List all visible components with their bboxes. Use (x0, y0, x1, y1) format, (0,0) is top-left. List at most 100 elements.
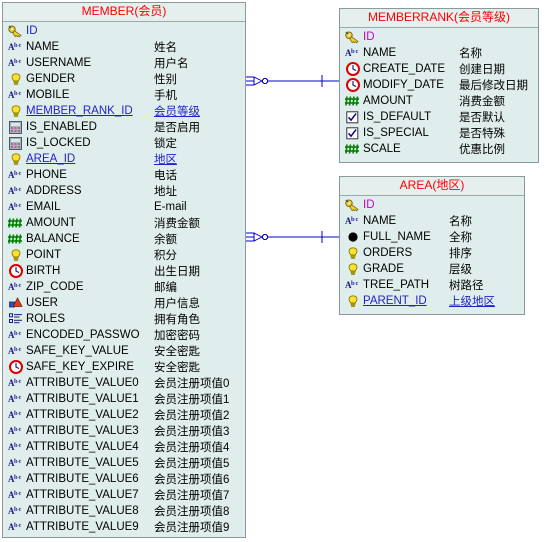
svg-text:b: b (14, 202, 18, 209)
svg-text:c: c (18, 410, 21, 417)
abc-icon: Abc (7, 440, 24, 454)
svg-text:c: c (18, 346, 21, 353)
svg-text:c: c (18, 490, 21, 497)
attribute-row[interactable]: AMOUNT 消费金额 (3, 215, 245, 231)
relationship-member-area[interactable] (244, 226, 340, 248)
attribute-row[interactable]: BIRTH 出生日期 (3, 263, 245, 279)
abc-icon: Abc (7, 344, 24, 358)
attribute-row[interactable]: Ab c ATTRIBUTE_VALUE3 会员注册项值3 (3, 423, 245, 439)
attribute-row[interactable]: Ab c NAME 名称 (340, 213, 524, 229)
attribute-row[interactable]: ID (340, 197, 524, 213)
attribute-row[interactable]: Ab c ATTRIBUTE_VALUE6 会员注册项值6 (3, 471, 245, 487)
attribute-name: AREA_ID (26, 153, 76, 165)
attribute-name: IS_SPECIAL (363, 127, 429, 139)
attribute-row[interactable]: Ab c ATTRIBUTE_VALUE2 会员注册项值2 (3, 407, 245, 423)
attribute-comment: 最后修改日期 (459, 80, 528, 92)
attribute-comment: 优惠比例 (459, 144, 505, 156)
bulb-icon (7, 152, 24, 166)
attribute-row[interactable]: Ab c ZIP_CODE 邮编 (3, 279, 245, 295)
attribute-row[interactable]: Ab c ATTRIBUTE_VALUE1 会员注册项值1 (3, 391, 245, 407)
attribute-row[interactable]: Ab c ATTRIBUTE_VALUE8 会员注册项值8 (3, 503, 245, 519)
attribute-row[interactable]: Ab c ENCODED_PASSWO 加密密码 (3, 327, 245, 343)
attribute-row[interactable]: Ab c NAME 姓名 (3, 39, 245, 55)
attribute-row[interactable]: FULL_NAME 全称 (340, 229, 524, 245)
entity-area[interactable]: AREA(地区) ID Ab c NAME 名称 FULL_NAME 全称 ORDERS 排序 G… (339, 176, 525, 315)
attribute-comment: 安全密匙 (154, 362, 200, 374)
attribute-row[interactable]: Ab c TREE_PATH 树路径 (340, 277, 524, 293)
attribute-row[interactable]: PARENT_ID 上级地区 (340, 293, 524, 309)
attribute-comment: 会员等级 (154, 106, 200, 118)
attribute-row[interactable]: Ab c PHONE 电话 (3, 167, 245, 183)
attribute-row[interactable]: MEMBER_RANK_ID 会员等级 (3, 103, 245, 119)
attribute-row[interactable]: ROLES 拥有角色 (3, 311, 245, 327)
attribute-row[interactable]: IS_DEFAULT 是否默认 (340, 109, 538, 125)
svg-text:b: b (14, 394, 18, 401)
attribute-comment: 会员注册项值2 (154, 410, 230, 422)
attribute-row[interactable]: MODIFY_DATE 最后修改日期 (340, 77, 538, 93)
attribute-name: CREATE_DATE (363, 63, 446, 75)
attribute-name: ATTRIBUTE_VALUE6 (26, 473, 139, 485)
attribute-comment: 拥有角色 (154, 314, 200, 326)
attribute-comment: E-mail (154, 201, 187, 213)
attribute-row[interactable]: ID (340, 29, 538, 45)
checkbox-icon (344, 126, 361, 140)
attribute-comment: 会员注册项值6 (154, 474, 230, 486)
attribute-row[interactable]: GRADE 层级 (340, 261, 524, 277)
attribute-row[interactable]: POINT 积分 (3, 247, 245, 263)
attribute-name: IS_DEFAULT (363, 111, 432, 123)
grid-icon (7, 120, 24, 134)
attribute-comment: 锁定 (154, 138, 177, 150)
attribute-comment: 积分 (154, 250, 177, 262)
relationship-member-memberrank[interactable] (244, 70, 340, 92)
svg-text:b: b (14, 90, 18, 97)
attribute-name: ROLES (26, 313, 65, 325)
svg-text:b: b (14, 282, 18, 289)
attribute-row[interactable]: SAFE_KEY_EXPIRE 安全密匙 (3, 359, 245, 375)
svg-text:b: b (351, 48, 355, 55)
attribute-row[interactable]: SCALE 优惠比例 (340, 141, 538, 157)
attribute-row[interactable]: GENDER 性别 (3, 71, 245, 87)
circle-icon (344, 230, 361, 244)
attribute-row[interactable]: Ab c ATTRIBUTE_VALUE5 会员注册项值5 (3, 455, 245, 471)
attribute-row[interactable]: Ab c SAFE_KEY_VALUE 安全密匙 (3, 343, 245, 359)
svg-text:b: b (14, 186, 18, 193)
svg-text:c: c (18, 522, 21, 529)
attribute-name: ATTRIBUTE_VALUE0 (26, 377, 139, 389)
attribute-row[interactable]: Ab c USERNAME 用户名 (3, 55, 245, 71)
abc-icon: Abc (7, 40, 24, 54)
abc-icon: Abc (344, 46, 361, 60)
attribute-row[interactable]: IS_SPECIAL 是否特殊 (340, 125, 538, 141)
attribute-row[interactable]: ID (3, 23, 245, 39)
attribute-row[interactable]: Ab c ADDRESS 地址 (3, 183, 245, 199)
attribute-row[interactable]: Ab c ATTRIBUTE_VALUE9 会员注册项值9 (3, 519, 245, 535)
key-icon (344, 30, 361, 44)
attribute-row[interactable]: USER 用户信息 (3, 295, 245, 311)
attribute-row[interactable]: AREA_ID 地区 (3, 151, 245, 167)
attribute-name: ORDERS (363, 247, 413, 259)
attribute-row[interactable]: IS_ENABLED 是否启用 (3, 119, 245, 135)
attribute-row[interactable]: AMOUNT 消费金额 (340, 93, 538, 109)
attribute-name: SAFE_KEY_EXPIRE (26, 361, 135, 373)
attribute-row[interactable]: Ab c EMAIL E-mail (3, 199, 245, 215)
attribute-comment: 安全密匙 (154, 346, 200, 358)
attribute-comment: 用户信息 (154, 298, 200, 310)
attribute-comment: 会员注册项值9 (154, 522, 230, 534)
entity-memberrank[interactable]: MEMBERRANK(会员等级) ID Ab c NAME 名称 CREATE_DATE 创… (339, 8, 539, 163)
attribute-row[interactable]: Ab c ATTRIBUTE_VALUE0 会员注册项值0 (3, 375, 245, 391)
attribute-row[interactable]: IS_LOCKED 锁定 (3, 135, 245, 151)
attribute-row[interactable]: Ab c ATTRIBUTE_VALUE7 会员注册项值7 (3, 487, 245, 503)
attribute-name: ATTRIBUTE_VALUE4 (26, 441, 139, 453)
attribute-row[interactable]: Ab c NAME 名称 (340, 45, 538, 61)
attribute-comment: 排序 (449, 248, 472, 260)
entity-member-attributes: ID Ab c NAME 姓名 Ab c USERNAME 用户名 GENDER 性别 Ab c MOBI… (3, 22, 245, 536)
attribute-row[interactable]: Ab c ATTRIBUTE_VALUE4 会员注册项值4 (3, 439, 245, 455)
attribute-row[interactable]: CREATE_DATE 创建日期 (340, 61, 538, 77)
attribute-row[interactable]: ORDERS 排序 (340, 245, 524, 261)
entity-area-attributes: ID Ab c NAME 名称 FULL_NAME 全称 ORDERS 排序 GRADE 层级 Ab c… (340, 196, 524, 310)
abc-icon: Abc (7, 408, 24, 422)
attribute-row[interactable]: BALANCE 余额 (3, 231, 245, 247)
attribute-comment: 消费金额 (459, 96, 505, 108)
attribute-row[interactable]: Ab c MOBILE 手机 (3, 87, 245, 103)
entity-member[interactable]: MEMBER(会员) ID Ab c NAME 姓名 Ab c USERNAME 用户名 GEND… (2, 2, 246, 538)
attribute-comment: 创建日期 (459, 64, 505, 76)
